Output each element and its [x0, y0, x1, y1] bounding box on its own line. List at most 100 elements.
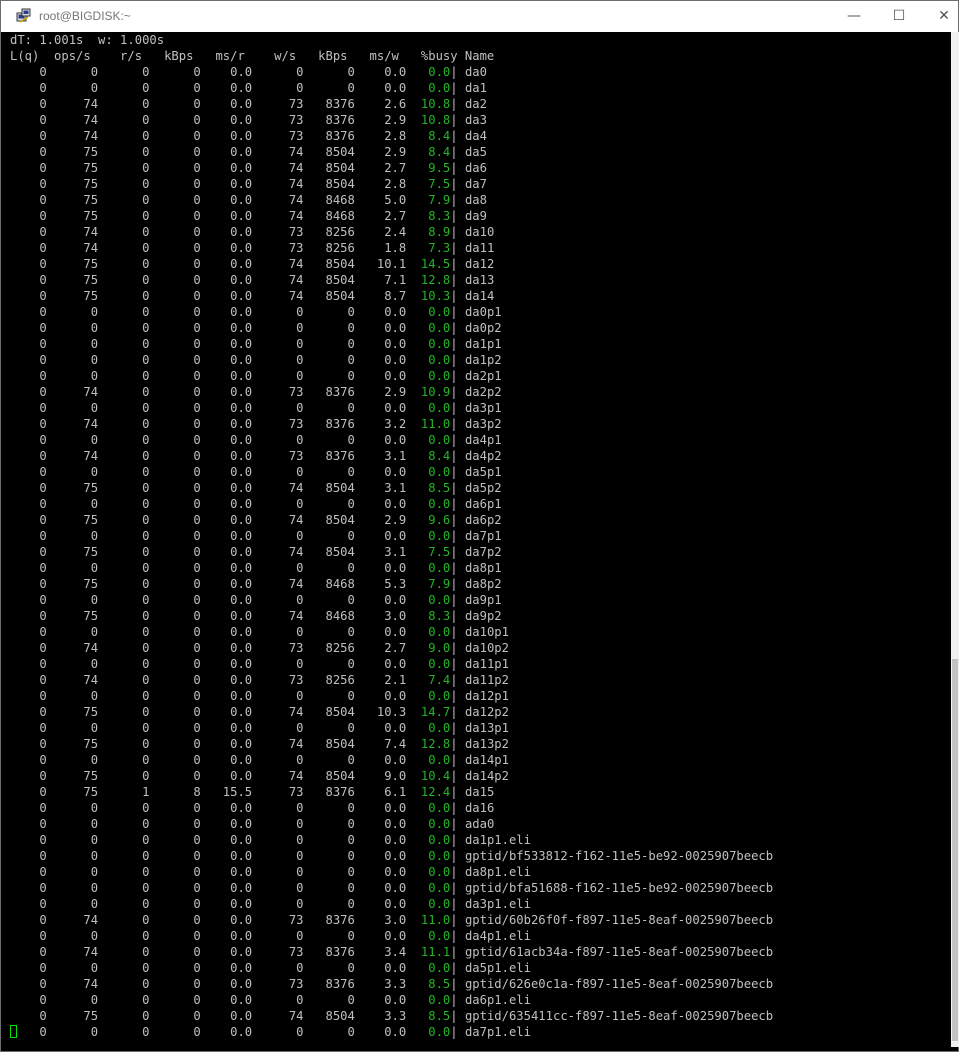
- busy-percent: 11.0: [420, 913, 451, 927]
- device-name: da1p1.eli: [464, 833, 531, 847]
- device-row: 0 74 0 0 0.0 73 8376 3.2 11.0| da3p2: [1, 416, 951, 432]
- device-name: gptid/61acb34a-f897-11e5-8eaf-0025907bee…: [464, 945, 774, 959]
- title-bar[interactable]: root@BIGDISK:~ — ☐ ✕: [1, 1, 958, 32]
- device-name: da5: [464, 145, 487, 159]
- terminal-output[interactable]: dT: 1.001s w: 1.000s L(q) ops/s r/s kBps…: [1, 32, 951, 1047]
- device-stats: 0 75 0 0 0.0 74 8504 3.3: [10, 1009, 407, 1023]
- column-headers: L(q) ops/s r/s kBps ms/r w/s kBps ms/w %…: [10, 49, 495, 63]
- busy-percent: 11.1: [420, 945, 451, 959]
- device-stats: 0 0 0 0 0.0 0 0 0.0: [10, 433, 407, 447]
- device-row: 0 75 0 0 0.0 74 8504 3.3 8.5| gptid/63541…: [1, 1008, 951, 1024]
- busy-separator: |: [450, 801, 458, 815]
- busy-percent: 0.0: [428, 833, 451, 847]
- device-row: 0 74 0 0 0.0 73 8256 2.7 9.0| da10p2: [1, 640, 951, 656]
- device-stats: 0 74 0 0 0.0 73 8376 3.0: [10, 913, 407, 927]
- device-row: 0 0 0 0 0.0 0 0 0.0 0.0| da3p1: [1, 400, 951, 416]
- device-row: 0 0 0 0 0.0 0 0 0.0 0.0| da1p1.eli: [1, 832, 951, 848]
- device-stats: 0 0 0 0 0.0 0 0 0.0: [10, 401, 407, 415]
- device-row: 0 0 0 0 0.0 0 0 0.0 0.0| da14p1: [1, 752, 951, 768]
- busy-percent: 0.0: [428, 881, 451, 895]
- busy-percent: 12.4: [420, 785, 451, 799]
- busy-separator: |: [450, 913, 458, 927]
- busy-percent: 7.5: [428, 545, 451, 559]
- device-row: 0 75 0 0 0.0 74 8504 3.1 7.5| da7p2: [1, 544, 951, 560]
- device-name: da4p1.eli: [464, 929, 531, 943]
- device-name: da16: [464, 801, 495, 815]
- device-row: 0 0 0 0 0.0 0 0 0.0 0.0| da10p1: [1, 624, 951, 640]
- device-name: da5p2: [464, 481, 502, 495]
- busy-separator: |: [450, 769, 458, 783]
- device-stats: 0 0 0 0 0.0 0 0 0.0: [10, 849, 407, 863]
- device-name: da11p1: [464, 657, 509, 671]
- device-row: 0 0 0 0 0.0 0 0 0.0 0.0| da2p1: [1, 368, 951, 384]
- busy-separator: |: [450, 529, 458, 543]
- device-stats: 0 75 0 0 0.0 74 8468 5.0: [10, 193, 407, 207]
- busy-separator: |: [450, 817, 458, 831]
- busy-separator: |: [450, 833, 458, 847]
- busy-percent: 0.0: [428, 753, 451, 767]
- busy-percent: 14.7: [420, 705, 451, 719]
- device-name: da0p2: [464, 321, 502, 335]
- device-stats: 0 74 0 0 0.0 73 8376 2.8: [10, 129, 407, 143]
- busy-separator: |: [450, 161, 458, 175]
- device-row: 0 0 0 0 0.0 0 0 0.0 0.0| da9p1: [1, 592, 951, 608]
- device-row: 0 75 0 0 0.0 74 8504 2.9 8.4| da5: [1, 144, 951, 160]
- device-name: da1p2: [464, 353, 502, 367]
- busy-percent: 0.0: [428, 993, 451, 1007]
- busy-percent: 0.0: [428, 721, 451, 735]
- busy-separator: |: [450, 609, 458, 623]
- busy-separator: |: [450, 145, 458, 159]
- device-name: ada0: [464, 817, 495, 831]
- terminal-cursor: [10, 1025, 17, 1038]
- busy-separator: |: [450, 417, 458, 431]
- scrollbar-thumb[interactable]: [952, 659, 958, 1041]
- device-stats: 0 0 0 0 0.0 0 0 0.0: [10, 369, 407, 383]
- device-row: 0 75 0 0 0.0 74 8504 2.8 7.5| da7: [1, 176, 951, 192]
- device-row: 0 75 0 0 0.0 74 8504 8.7 10.3| da14: [1, 288, 951, 304]
- busy-separator: |: [450, 241, 458, 255]
- busy-percent: 0.0: [428, 465, 451, 479]
- device-row: 0 0 0 0 0.0 0 0 0.0 0.0| da13p1: [1, 720, 951, 736]
- device-stats: 0 0 0 0 0.0 0 0 0.0: [10, 929, 407, 943]
- device-name: da8p1: [464, 561, 502, 575]
- device-stats: 0 74 0 0 0.0 73 8376 2.6: [10, 97, 407, 111]
- device-row: 0 75 0 0 0.0 74 8504 2.7 9.5| da6: [1, 160, 951, 176]
- close-button[interactable]: ✕: [921, 1, 959, 32]
- device-name: gptid/bfa51688-f162-11e5-be92-0025907bee…: [464, 881, 774, 895]
- busy-separator: |: [450, 113, 458, 127]
- busy-percent: 0.0: [428, 817, 451, 831]
- busy-percent: 10.8: [420, 113, 451, 127]
- device-name: da7p2: [464, 545, 502, 559]
- device-row: 0 0 0 0 0.0 0 0 0.0 0.0| da5p1: [1, 464, 951, 480]
- device-row: 0 0 0 0 0.0 0 0 0.0 0.0| da0p2: [1, 320, 951, 336]
- device-name: da4p2: [464, 449, 502, 463]
- device-name: da9p1: [464, 593, 502, 607]
- device-stats: 0 75 0 0 0.0 74 8504 2.9: [10, 145, 407, 159]
- busy-percent: 0.0: [428, 433, 451, 447]
- busy-separator: |: [450, 481, 458, 495]
- busy-percent: 8.5: [428, 977, 451, 991]
- device-stats: 0 0 0 0 0.0 0 0 0.0: [10, 529, 407, 543]
- device-stats: 0 75 0 0 0.0 74 8468 5.3: [10, 577, 407, 591]
- device-name: da6p1: [464, 497, 502, 511]
- maximize-button[interactable]: ☐: [876, 1, 922, 32]
- device-name: da11: [464, 241, 495, 255]
- device-row: 0 75 0 0 0.0 74 8504 2.9 9.6| da6p2: [1, 512, 951, 528]
- device-name: da11p2: [464, 673, 509, 687]
- busy-separator: |: [450, 65, 458, 79]
- busy-separator: |: [450, 513, 458, 527]
- device-row: 0 74 0 0 0.0 73 8376 2.9 10.8| da3: [1, 112, 951, 128]
- busy-percent: 0.0: [428, 305, 451, 319]
- device-row: 0 0 0 0 0.0 0 0 0.0 0.0| da0: [1, 64, 951, 80]
- device-stats: 0 0 0 0 0.0 0 0 0.0: [10, 337, 407, 351]
- device-row: 0 0 0 0 0.0 0 0 0.0 0.0| da8p1.eli: [1, 864, 951, 880]
- busy-separator: |: [450, 305, 458, 319]
- device-row: 0 0 0 0 0.0 0 0 0.0 0.0| da0p1: [1, 304, 951, 320]
- device-stats: 0 0 0 0 0.0 0 0 0.0: [10, 961, 407, 975]
- busy-separator: |: [450, 273, 458, 287]
- device-name: da6: [464, 161, 487, 175]
- minimize-button[interactable]: —: [831, 1, 877, 32]
- device-stats: 0 0 0 0 0.0 0 0 0.0: [10, 993, 407, 1007]
- device-row: 0 0 0 0 0.0 0 0 0.0 0.0| da1p1: [1, 336, 951, 352]
- device-row: 0 0 0 0 0.0 0 0 0.0 0.0| da12p1: [1, 688, 951, 704]
